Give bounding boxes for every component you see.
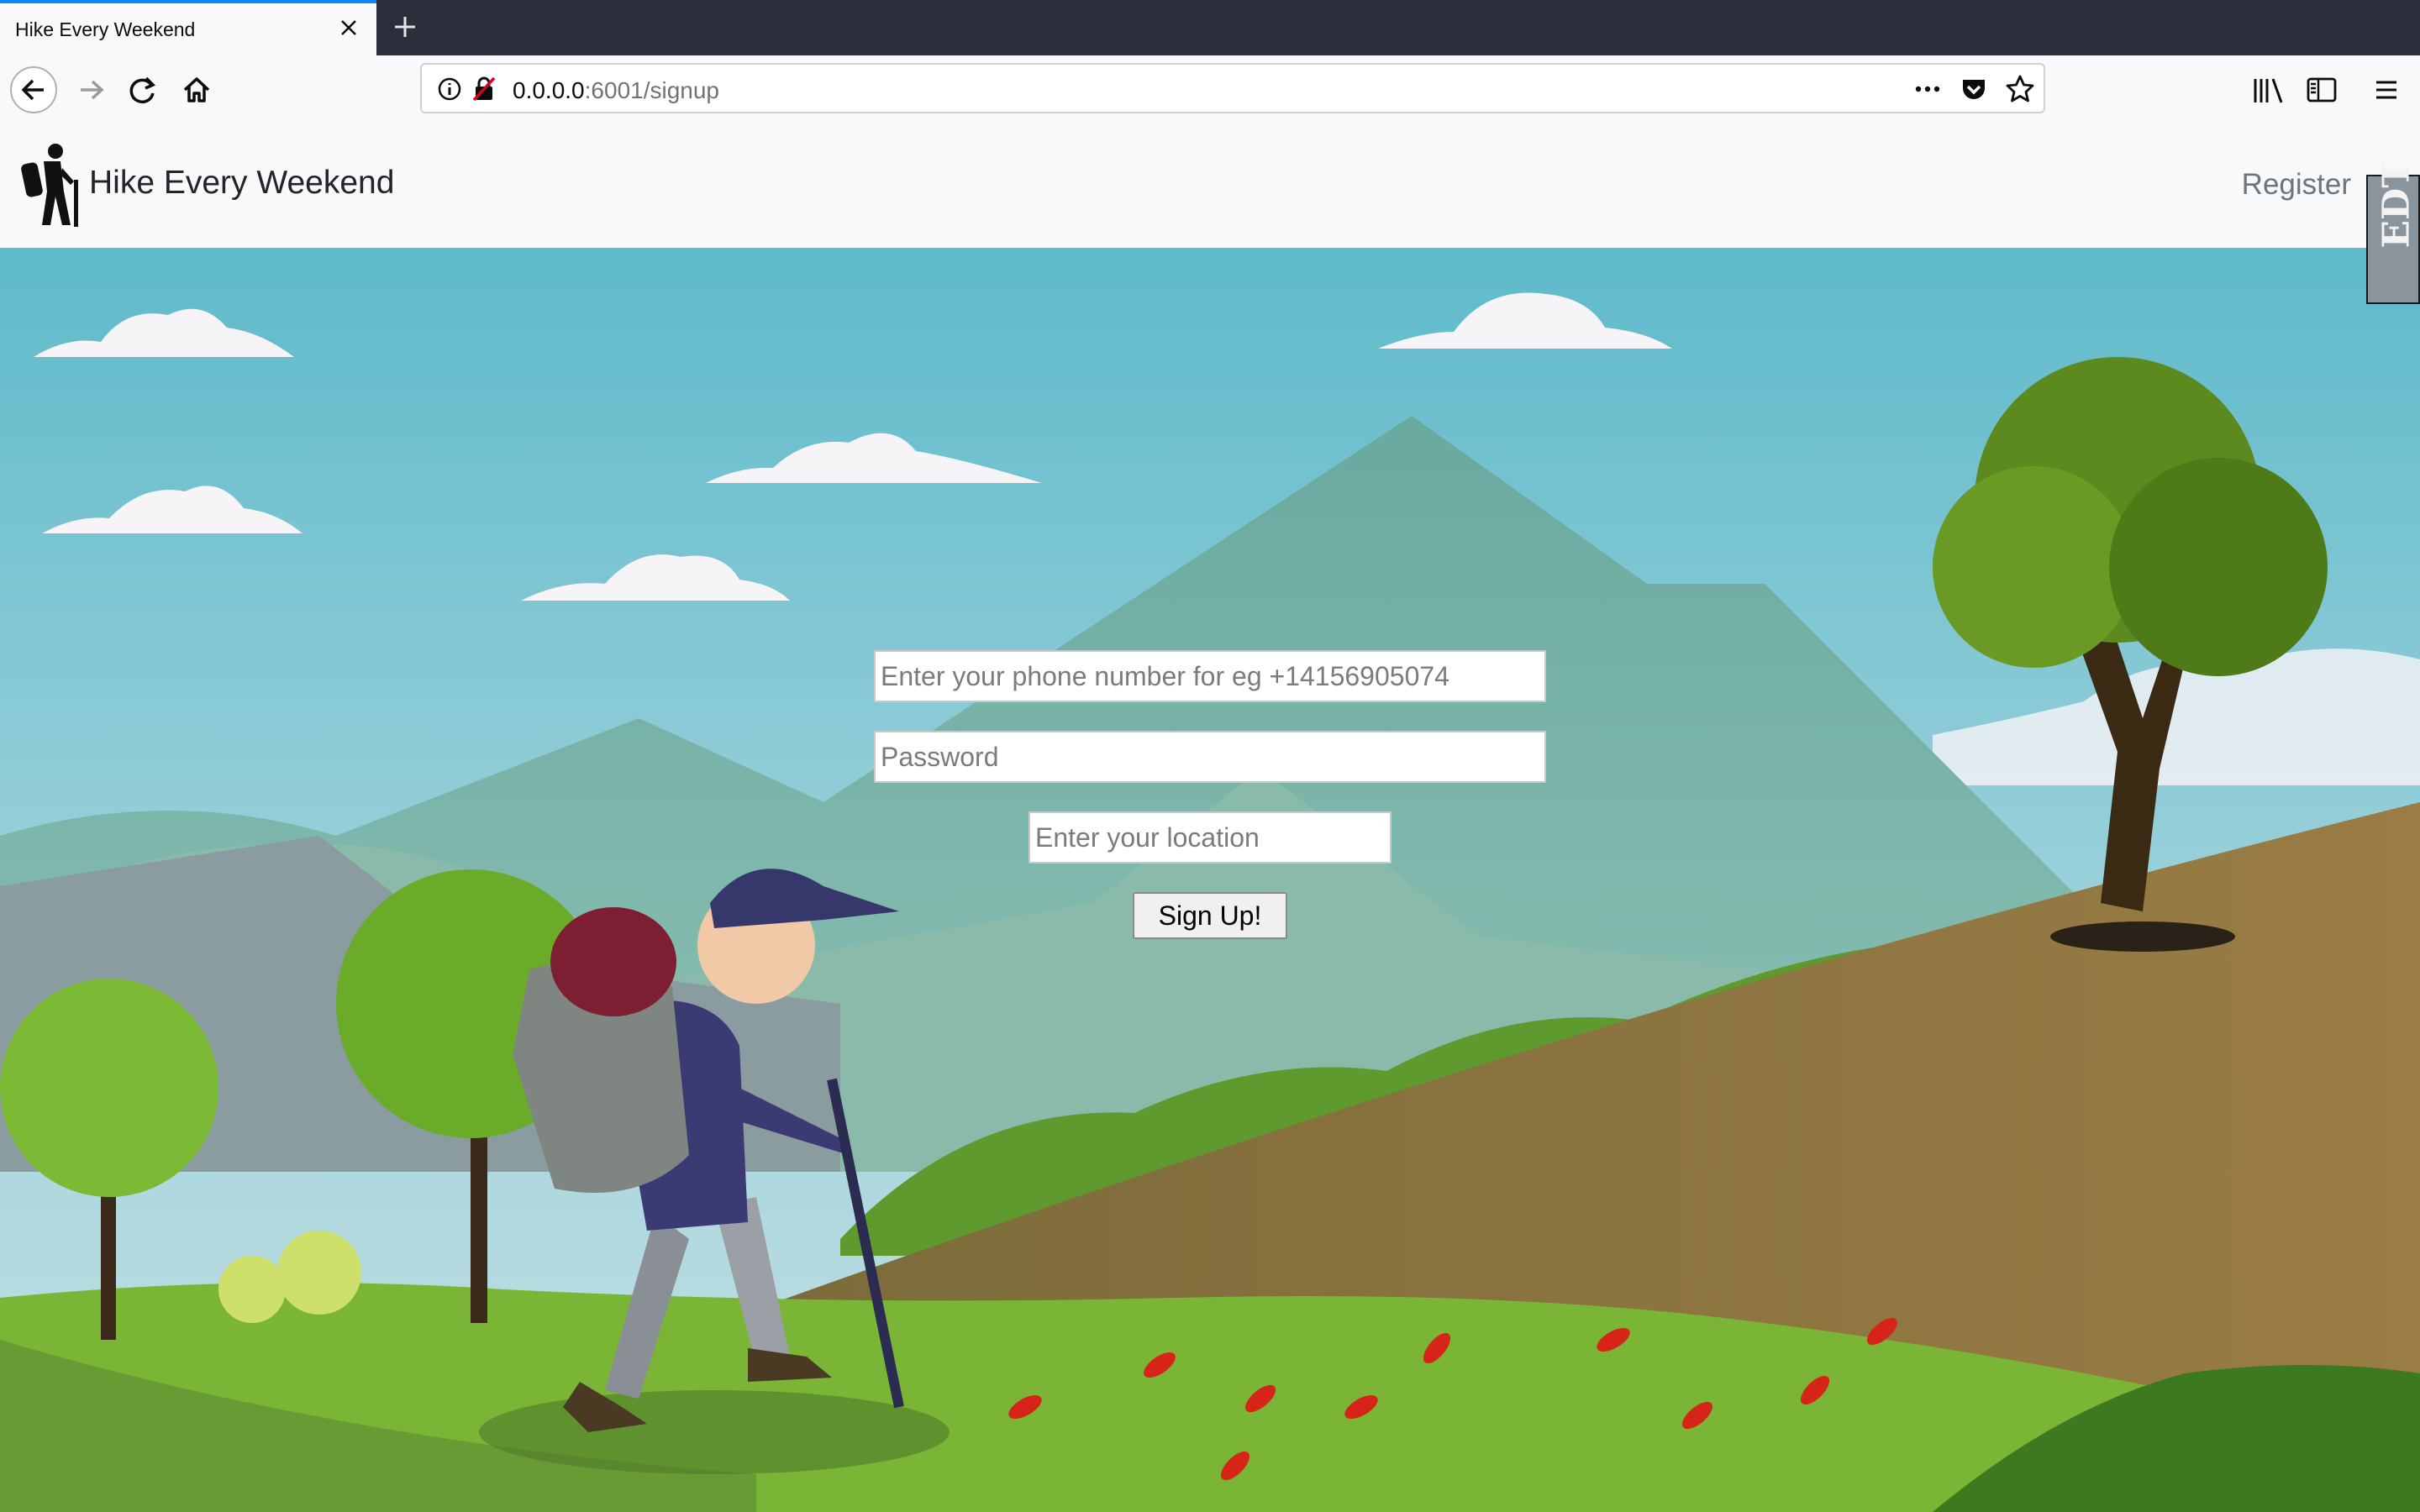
home-icon[interactable] [173, 66, 220, 113]
password-input[interactable] [874, 731, 1546, 783]
hiker-logo-icon[interactable] [18, 143, 84, 227]
menu-icon[interactable] [2371, 76, 2402, 104]
edt-side-tab[interactable]: EDT [2366, 160, 2420, 304]
back-button[interactable] [10, 66, 57, 113]
pocket-icon[interactable] [1960, 76, 1988, 102]
location-input[interactable] [1028, 811, 1392, 864]
back-arrow-icon [21, 79, 44, 101]
star-icon[interactable] [2005, 74, 2035, 104]
hiking-scene-illustration [0, 248, 2420, 1512]
phone-number-input[interactable] [874, 650, 1546, 702]
brand-name[interactable]: Hike Every Weekend [89, 165, 394, 202]
url-bar[interactable]: 0.0.0.0:6001/signup [420, 63, 2045, 113]
more-icon[interactable] [1912, 78, 1943, 100]
sign-up-button[interactable]: Sign Up! [1133, 892, 1287, 939]
url-path: :6001/signup [584, 77, 719, 103]
plus-icon[interactable] [388, 10, 422, 44]
forward-arrow-icon[interactable] [67, 66, 114, 113]
close-icon[interactable] [336, 15, 361, 40]
sidebar-icon[interactable] [2306, 76, 2338, 104]
browser-tab[interactable]: Hike Every Weekend [0, 0, 376, 55]
tab-title: Hike Every Weekend [15, 18, 196, 40]
site-navbar: Hike Every Weekend Register [0, 124, 2420, 248]
edt-label: EDT [2375, 160, 2418, 249]
insecure-lock-icon[interactable] [471, 75, 497, 103]
register-link[interactable]: Register [2242, 168, 2351, 202]
browser-tab-bar: Hike Every Weekend [0, 0, 2420, 55]
library-icon[interactable] [2252, 76, 2286, 106]
browser-toolbar: 0.0.0.0:6001/signup [0, 55, 2420, 125]
url-host: 0.0.0.0 [513, 77, 585, 103]
url-text: 0.0.0.0:6001/signup [513, 77, 719, 104]
reload-icon[interactable] [119, 66, 166, 113]
info-icon[interactable] [437, 76, 462, 102]
